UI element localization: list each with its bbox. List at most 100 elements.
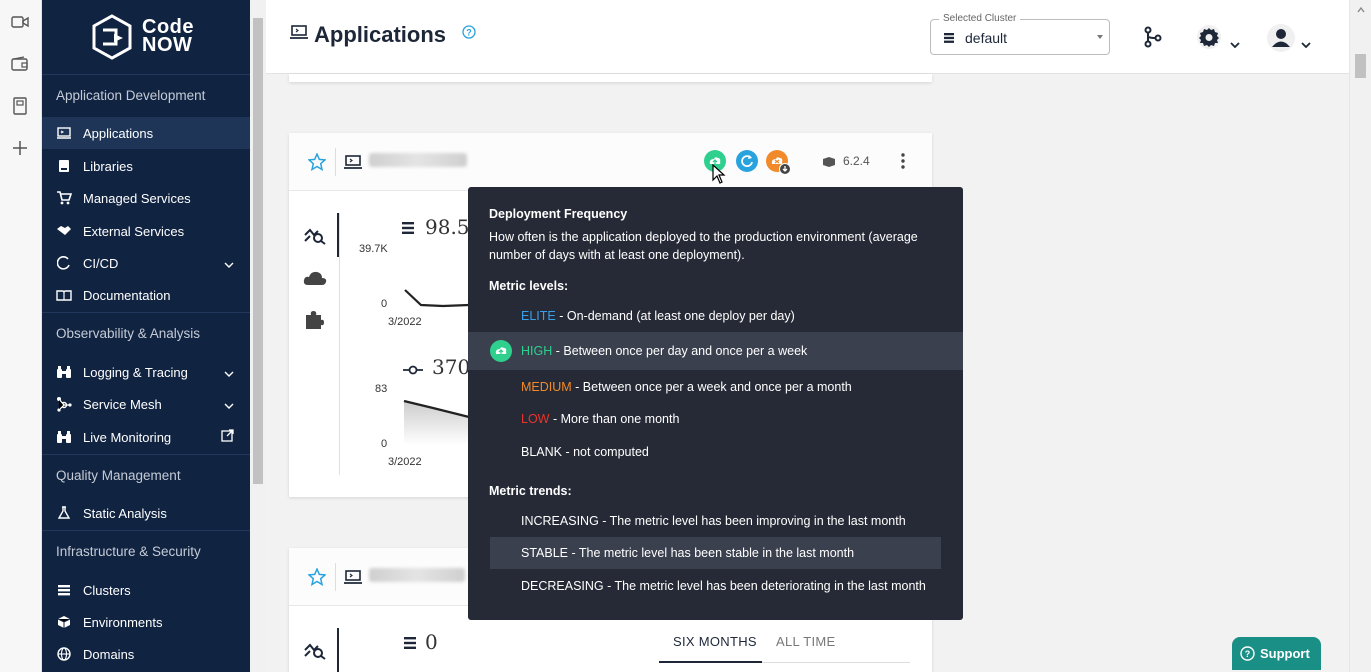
sidebar-item-label: Environments <box>83 614 163 630</box>
commit-icon <box>403 362 423 380</box>
main-scrollbar[interactable] <box>1349 0 1371 672</box>
left-rail <box>0 0 42 672</box>
sidebar-scrollbar[interactable] <box>250 0 266 672</box>
trend-stable: STABLE - The metric level has been stabl… <box>521 546 855 560</box>
sidebar-item-label: Service Mesh <box>83 396 162 412</box>
trend-decreasing: DECREASING - The metric level has been d… <box>521 579 926 593</box>
application-name-redacted[interactable] <box>369 568 465 582</box>
settings-gear-icon[interactable] <box>1196 24 1222 55</box>
y-axis-min-label: 0 <box>381 298 388 310</box>
sidebar-item-environments[interactable]: Environments <box>42 606 250 638</box>
sidebar-item-logging-tracing[interactable]: Logging & Tracing <box>42 356 250 388</box>
open-book-icon <box>56 287 72 303</box>
binoculars-icon <box>56 429 72 445</box>
sidebar-item-label: Clusters <box>83 582 131 598</box>
page-title: Applications <box>314 22 447 47</box>
mouse-cursor-icon <box>712 163 726 189</box>
level-low: LOW - More than one month <box>521 412 680 426</box>
user-avatar-icon[interactable] <box>1266 23 1296 58</box>
git-branch-icon[interactable] <box>1143 26 1163 53</box>
chevron-down-icon[interactable] <box>1230 35 1240 53</box>
cloud-icon[interactable] <box>303 270 327 291</box>
logo-line-2: NOW <box>142 34 193 56</box>
tab-underline <box>762 662 910 663</box>
video-icon[interactable] <box>10 12 30 32</box>
sidebar-item-clusters[interactable]: Clusters <box>42 574 250 606</box>
tooltip-description: How often is the application deployed to… <box>489 230 918 262</box>
metrics-tab-icon[interactable] <box>304 227 326 250</box>
scroll-up-arrow-icon[interactable] <box>1356 6 1366 14</box>
sidebar-item-label: Libraries <box>83 158 133 174</box>
caret-down-icon <box>1097 35 1103 39</box>
flask-icon <box>56 505 72 521</box>
scrollbar-thumb[interactable] <box>1355 54 1366 78</box>
tab-all-time[interactable]: ALL TIME <box>776 634 835 649</box>
chevron-down-icon <box>224 365 234 380</box>
sidebar-item-label: Applications <box>83 125 154 141</box>
metric-area-sparkline <box>403 399 470 445</box>
sidebar-item-label: External Services <box>83 223 185 239</box>
section-application-development: Application Development <box>42 74 250 116</box>
tab-six-months[interactable]: SIX MONTHS <box>673 634 757 649</box>
level-blank: BLANK - not computed <box>521 445 649 459</box>
sidebar-item-service-mesh[interactable]: Service Mesh <box>42 388 250 420</box>
cicd-icon <box>56 255 72 271</box>
level-elite: ELITE - On-demand (at least one deploy p… <box>521 309 795 323</box>
sidebar-item-label: Static Analysis <box>83 505 167 521</box>
lead-time-icon[interactable] <box>736 150 758 177</box>
sidebar-item-live-monitoring[interactable]: Live Monitoring <box>42 421 250 453</box>
sidebar-item-cicd[interactable]: CI/CD <box>42 247 250 279</box>
active-tab-indicator <box>337 628 339 672</box>
book-icon[interactable] <box>10 96 30 116</box>
package-icon <box>822 155 836 173</box>
more-vertical-icon[interactable] <box>901 153 905 174</box>
deployment-frequency-tooltip: Deployment Frequency How often is the ap… <box>468 187 963 620</box>
section-infrastructure-security: Infrastructure & Security <box>42 530 250 572</box>
codenow-logo[interactable]: Code NOW <box>90 14 194 60</box>
card-header: 6.2.4 <box>289 133 932 191</box>
help-icon[interactable]: ? <box>462 25 476 44</box>
handshake-icon <box>56 223 72 239</box>
sidebar-item-libraries[interactable]: Libraries <box>42 150 250 182</box>
chevron-down-icon[interactable] <box>1301 35 1311 53</box>
application-name-redacted[interactable] <box>369 153 467 167</box>
external-link-icon <box>221 429 234 445</box>
sidebar-item-applications[interactable]: Applications <box>42 117 250 149</box>
metrics-tab-icon[interactable] <box>304 642 326 665</box>
scrollbar-thumb[interactable] <box>253 18 263 484</box>
laptop-icon <box>344 155 362 174</box>
sidebar-item-external-services[interactable]: External Services <box>42 215 250 247</box>
star-icon[interactable] <box>307 567 327 591</box>
sidebar-item-label: Logging & Tracing <box>83 364 188 380</box>
metric-levels-heading: Metric levels: <box>489 279 569 293</box>
support-button[interactable]: ? Support <box>1232 637 1321 670</box>
sidebar-item-documentation[interactable]: Documentation <box>42 279 250 311</box>
chevron-down-icon <box>224 256 234 271</box>
help-circle-icon: ? <box>1240 646 1255 661</box>
deployment-frequency-high-icon <box>490 340 512 365</box>
sidebar-item-label: Domains <box>83 646 135 662</box>
puzzle-icon[interactable] <box>304 310 324 335</box>
star-icon[interactable] <box>307 152 327 176</box>
tab-active-underline <box>659 661 762 663</box>
globe-icon <box>56 646 72 662</box>
list-icon <box>403 636 417 655</box>
y-axis-min-label: 0 <box>381 438 388 450</box>
x-axis-start-label: 3/2022 <box>388 316 422 328</box>
cluster-select-label: Selected Cluster <box>939 13 1021 24</box>
cube-icon <box>56 614 72 630</box>
laptop-icon <box>344 570 362 589</box>
metric-trends-heading: Metric trends: <box>489 484 572 498</box>
wallet-icon[interactable] <box>10 54 30 74</box>
change-failure-icon[interactable] <box>766 150 792 181</box>
y-axis-max-label: 39.7K <box>359 243 388 255</box>
mesh-icon <box>56 396 72 412</box>
sidebar-item-domains[interactable]: Domains <box>42 638 250 670</box>
cluster-select-value: default <box>965 30 1008 46</box>
cart-icon <box>56 190 72 206</box>
cluster-select[interactable]: Selected Cluster default <box>930 13 1110 55</box>
metric-sparkline <box>404 289 470 308</box>
sidebar-item-static-analysis[interactable]: Static Analysis <box>42 497 250 529</box>
plus-icon[interactable] <box>10 138 30 158</box>
sidebar-item-managed-services[interactable]: Managed Services <box>42 182 250 214</box>
